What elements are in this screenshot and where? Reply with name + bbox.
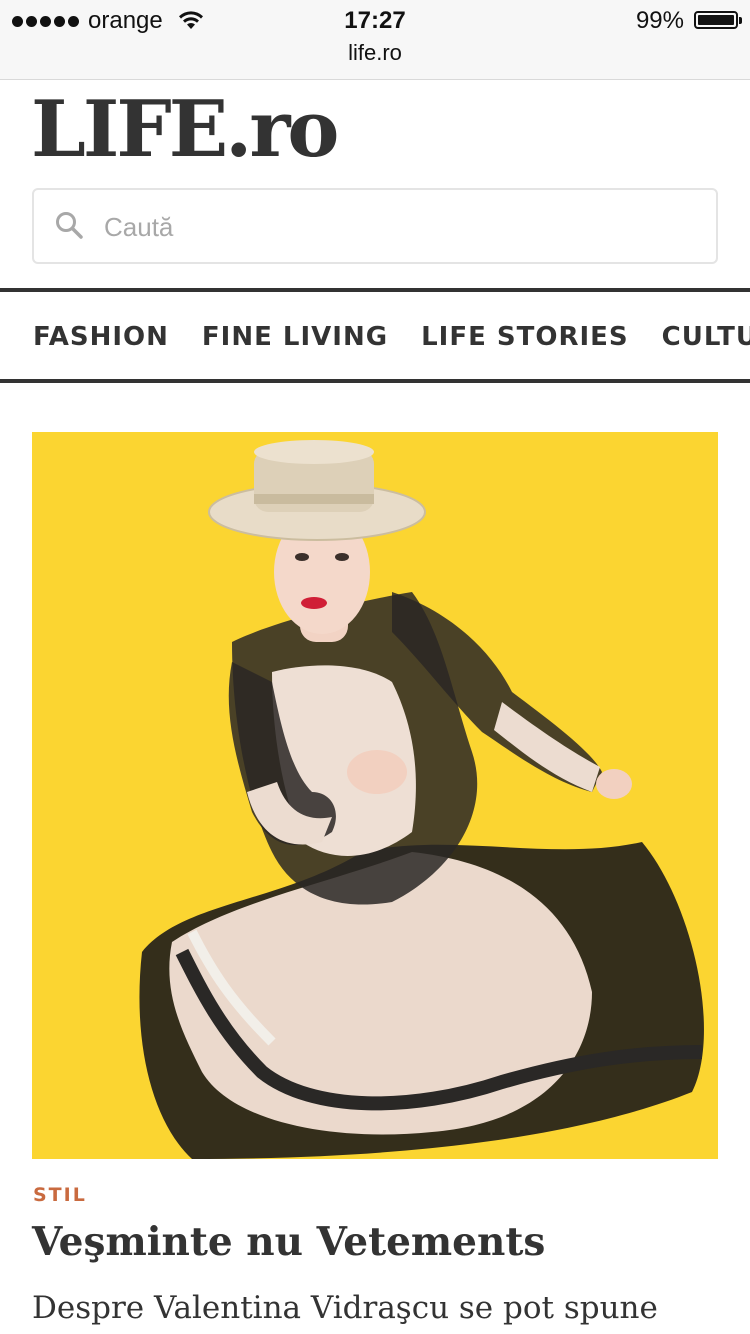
search-input[interactable] bbox=[102, 204, 686, 250]
status-bar: orange 17:27 99% life.ro bbox=[0, 0, 750, 80]
nav-item-fashion[interactable]: FASHION bbox=[33, 322, 169, 352]
search-icon bbox=[56, 212, 83, 239]
search-box[interactable] bbox=[32, 188, 718, 264]
article-excerpt: Despre Valentina Vidraşcu se pot spune bbox=[32, 1290, 658, 1326]
article-hero-image[interactable] bbox=[32, 432, 718, 1159]
nav-item-life-stories[interactable]: LIFE STORIES bbox=[421, 322, 629, 352]
site-logo[interactable]: LIFE.ro bbox=[31, 88, 339, 172]
main-navigation: FASHION FINE LIVING LIFE STORIES CULTURĂ bbox=[0, 288, 750, 383]
article-category[interactable]: STIL bbox=[33, 1184, 87, 1206]
battery-percentage: 99% bbox=[635, 7, 684, 34]
nav-item-cultura[interactable]: CULTURĂ bbox=[662, 322, 750, 352]
fashion-model-illustration bbox=[32, 432, 718, 1159]
article-title[interactable]: Veşminte nu Vetements bbox=[32, 1214, 722, 1270]
nav-item-fine-living[interactable]: FINE LIVING bbox=[202, 322, 388, 352]
battery-icon bbox=[694, 11, 742, 29]
address-bar-url[interactable]: life.ro bbox=[0, 40, 750, 66]
